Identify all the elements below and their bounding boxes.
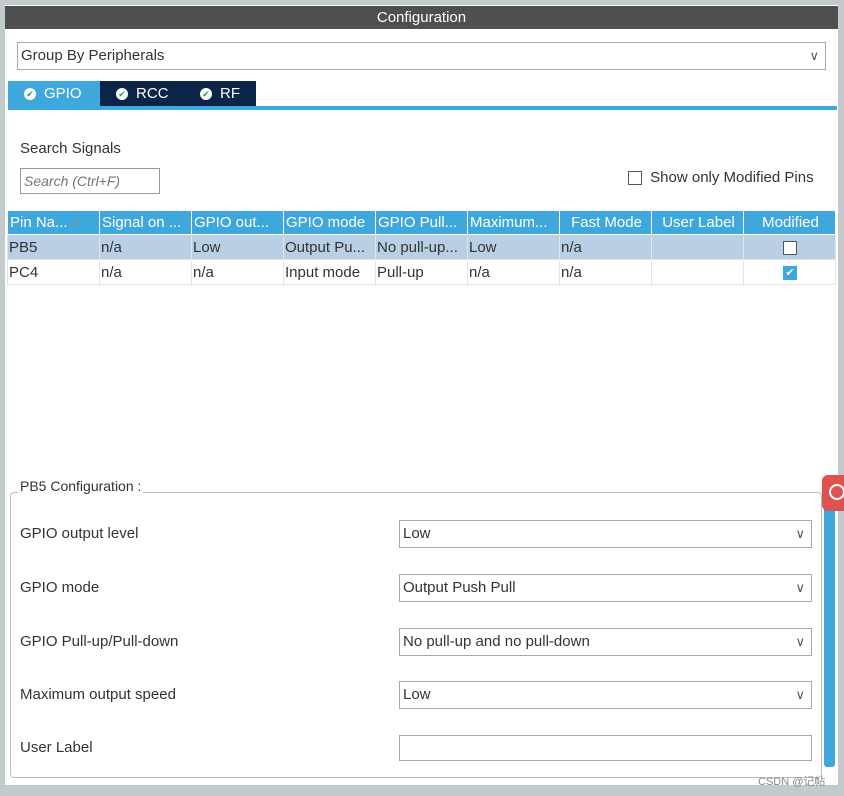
cell: PB5 <box>7 234 100 260</box>
table-row[interactable]: PC4 n/a n/a Input mode Pull-up n/a n/a ✔ <box>7 259 836 285</box>
sort-icon: ⬍ <box>71 219 81 230</box>
cell: n/a <box>559 259 652 285</box>
cell: n/a <box>191 259 284 285</box>
show-modified-label: Show only Modified Pins <box>650 169 814 186</box>
check-circle-icon: ✔ <box>116 88 128 100</box>
max-output-speed-dropdown[interactable]: Low ∨ <box>399 681 812 709</box>
check-circle-icon: ✔ <box>200 88 212 100</box>
pins-table: Pin Na... ⬍ Signal on ... GPIO out... GP… <box>7 210 836 285</box>
col-modified[interactable]: Modified <box>743 210 836 235</box>
dropdown-value: Low <box>403 525 431 542</box>
panel-title: Configuration <box>5 6 838 29</box>
modified-checkbox[interactable] <box>783 240 797 255</box>
cell: PC4 <box>7 259 100 285</box>
table-header-row: Pin Na... ⬍ Signal on ... GPIO out... GP… <box>7 210 836 235</box>
gpio-pull-dropdown[interactable]: No pull-up and no pull-down ∨ <box>399 628 812 656</box>
cell: Low <box>191 234 284 260</box>
dropdown-value: Output Push Pull <box>403 579 516 596</box>
col-gpio-output[interactable]: GPIO out... <box>191 210 284 235</box>
field-label: User Label <box>20 739 93 756</box>
field-label: GPIO Pull-up/Pull-down <box>20 633 179 650</box>
cell <box>651 259 744 285</box>
col-fast-mode[interactable]: Fast Mode <box>559 210 652 235</box>
field-label: Maximum output speed <box>20 686 176 703</box>
modified-cell <box>743 234 836 260</box>
modified-cell: ✔ <box>743 259 836 285</box>
group-by-value: Group By Peripherals <box>21 47 165 64</box>
gpio-mode-dropdown[interactable]: Output Push Pull ∨ <box>399 574 812 602</box>
col-gpio-pull[interactable]: GPIO Pull... <box>375 210 468 235</box>
col-pin-name[interactable]: Pin Na... ⬍ <box>7 210 100 235</box>
field-label: GPIO mode <box>20 579 100 596</box>
field-label: GPIO output level <box>20 525 139 542</box>
chevron-down-icon: ∨ <box>795 634 805 649</box>
cell: Output Pu... <box>283 234 376 260</box>
circle-icon <box>829 484 844 500</box>
tab-rcc[interactable]: ✔ RCC <box>100 81 184 106</box>
cell: n/a <box>559 234 652 260</box>
group-by-dropdown[interactable]: Group By Peripherals ∨ <box>17 42 826 70</box>
col-gpio-mode[interactable]: GPIO mode <box>283 210 376 235</box>
user-label-input[interactable] <box>399 735 812 761</box>
dropdown-value: No pull-up and no pull-down <box>403 633 590 650</box>
checkbox-icon <box>628 171 642 186</box>
modified-checkbox-checked[interactable]: ✔ <box>783 265 797 280</box>
cell: Pull-up <box>375 259 468 285</box>
tab-label: RF <box>220 85 240 102</box>
tab-underline <box>8 106 837 110</box>
tab-gpio[interactable]: ✔ GPIO <box>8 81 100 106</box>
table-row[interactable]: PB5 n/a Low Output Pu... No pull-up... L… <box>7 234 836 260</box>
col-max-speed[interactable]: Maximum... <box>467 210 560 235</box>
chevron-down-icon: ∨ <box>795 526 805 541</box>
gpio-output-level-dropdown[interactable]: Low ∨ <box>399 520 812 548</box>
dropdown-value: Low <box>403 686 431 703</box>
check-circle-icon: ✔ <box>24 88 36 100</box>
watermark: CSDN @记帖 <box>758 776 826 788</box>
tab-label: GPIO <box>44 85 82 102</box>
cell: No pull-up... <box>375 234 468 260</box>
scrollbar[interactable] <box>824 505 835 767</box>
cell: n/a <box>99 259 192 285</box>
cell: n/a <box>99 234 192 260</box>
search-label: Search Signals <box>20 140 121 157</box>
cell: n/a <box>467 259 560 285</box>
col-signal[interactable]: Signal on ... <box>99 210 192 235</box>
tab-rf[interactable]: ✔ RF <box>184 81 256 106</box>
chevron-down-icon: ∨ <box>795 687 805 702</box>
show-modified-checkbox[interactable]: Show only Modified Pins <box>628 169 814 186</box>
cell: Input mode <box>283 259 376 285</box>
cell <box>651 234 744 260</box>
chevron-down-icon: ∨ <box>795 580 805 595</box>
pin-config-title: PB5 Configuration : <box>18 481 144 494</box>
chevron-down-icon: ∨ <box>809 48 819 63</box>
search-input[interactable] <box>20 168 160 194</box>
cell: Low <box>467 234 560 260</box>
floating-widget[interactable] <box>822 475 844 511</box>
tab-label: RCC <box>136 85 169 102</box>
col-user-label[interactable]: User Label <box>651 210 744 235</box>
